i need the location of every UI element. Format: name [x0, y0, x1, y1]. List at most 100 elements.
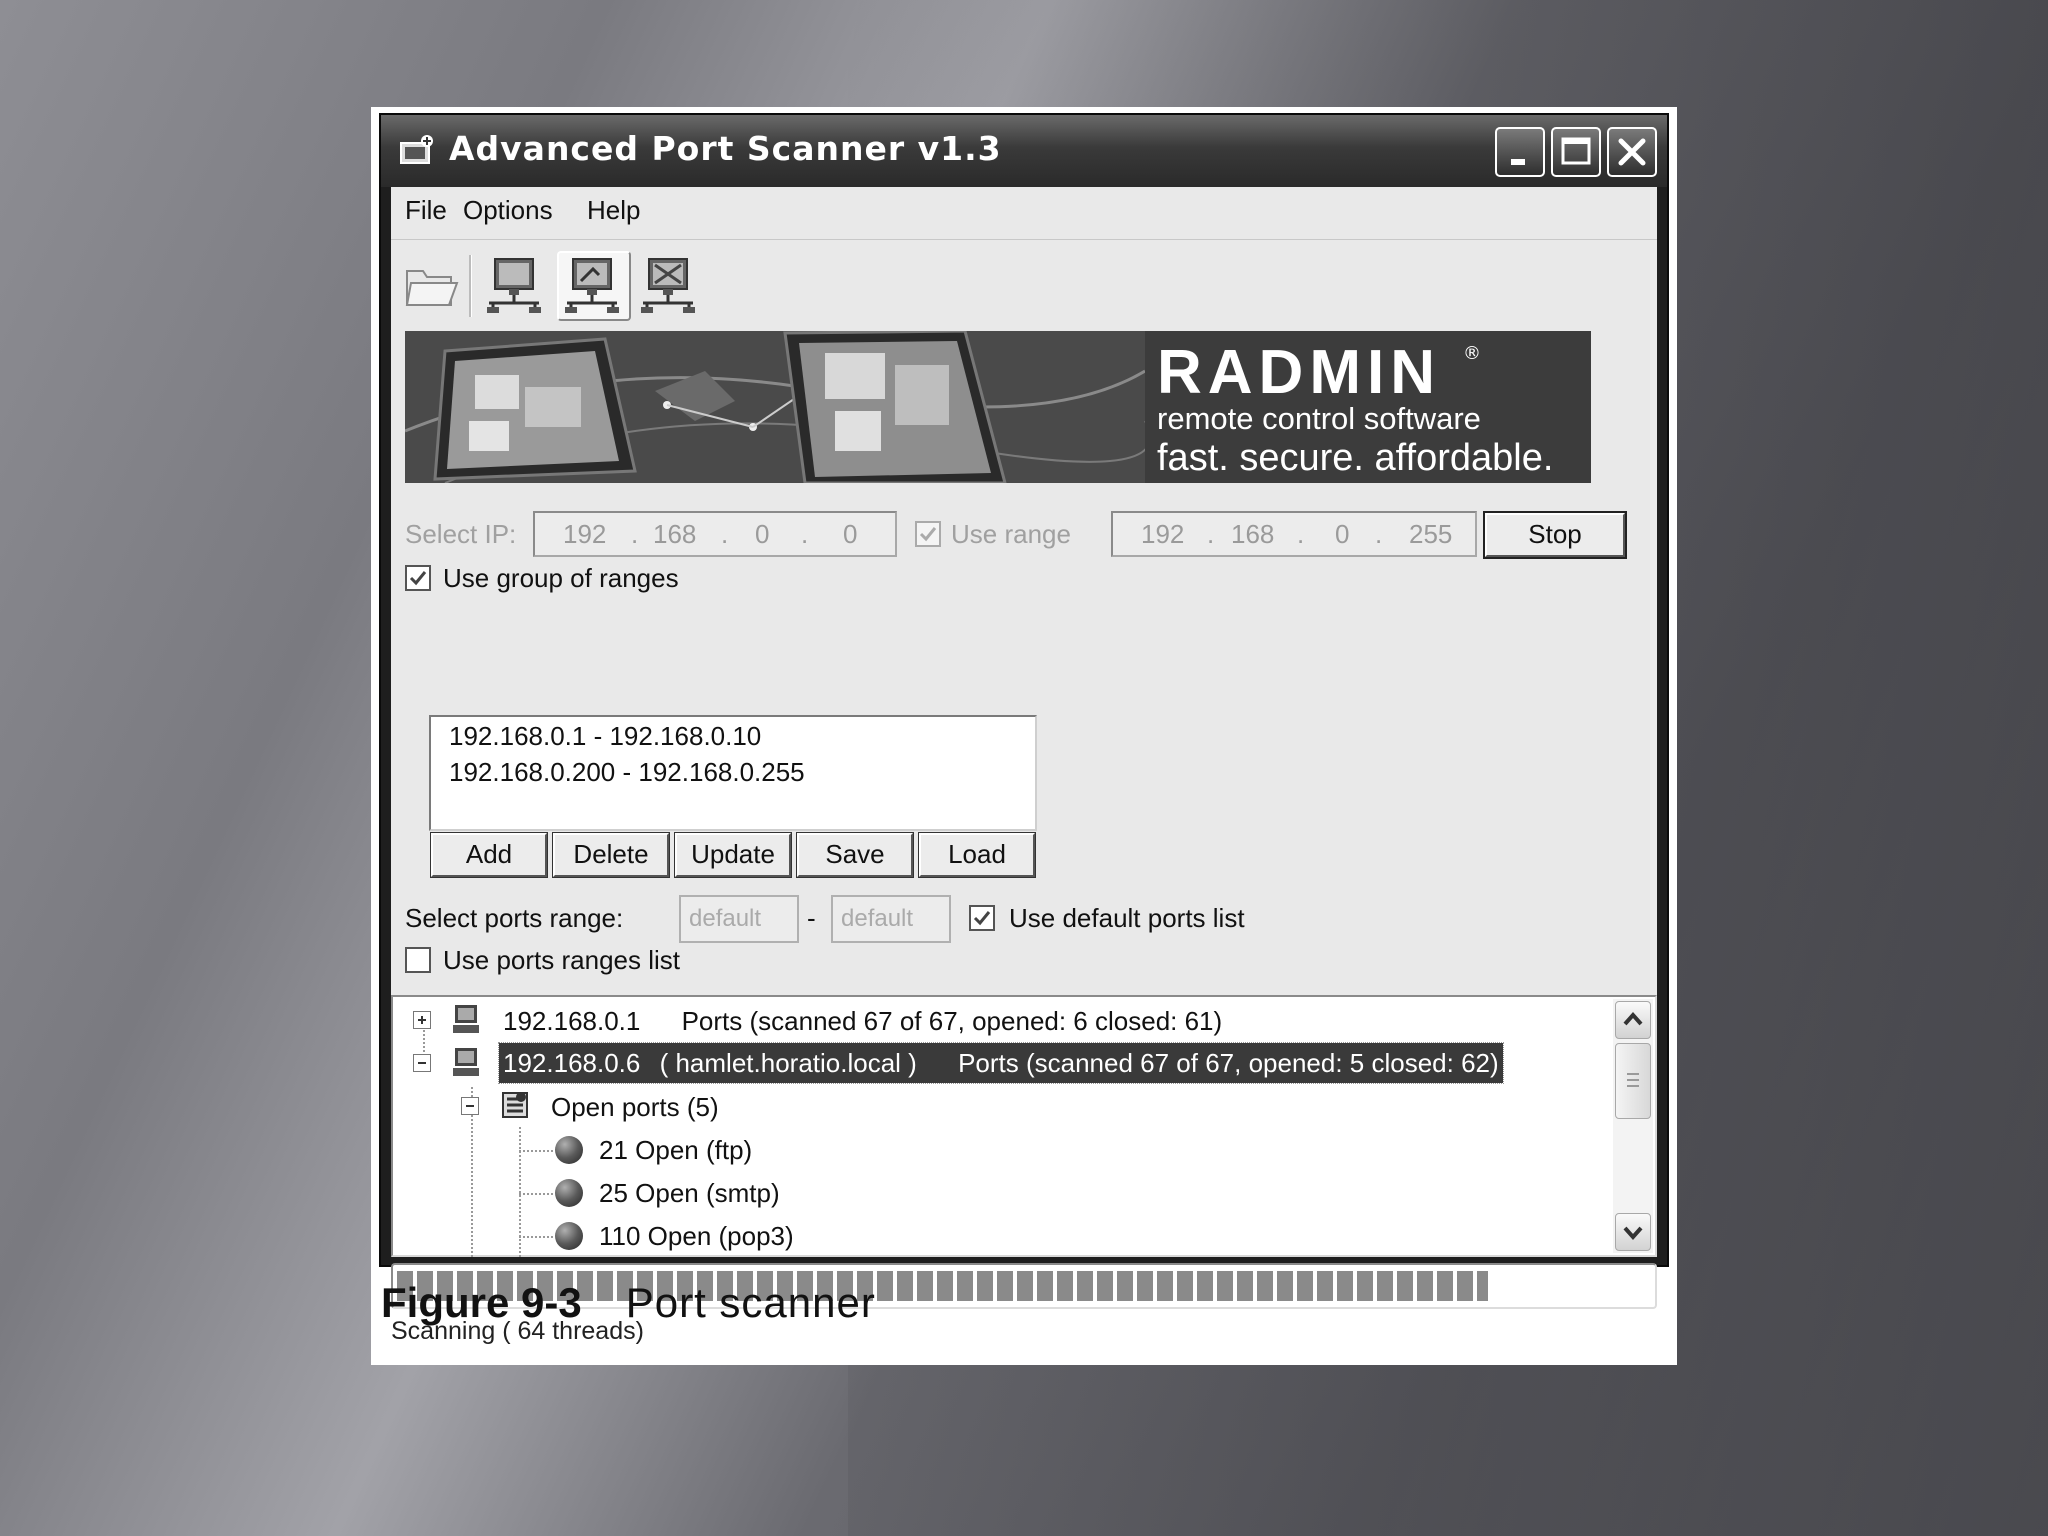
expand-toggle[interactable]: [413, 1011, 431, 1029]
open-port-icon: [555, 1179, 583, 1207]
scroll-down-button[interactable]: [1615, 1213, 1651, 1251]
banner-subtitle: remote control software: [1157, 401, 1481, 436]
select-ports-label: Select ports range:: [405, 903, 624, 933]
open-port-icon: [555, 1136, 583, 1164]
use-ports-ranges-label: Use ports ranges list: [443, 945, 680, 975]
use-ports-ranges-checkbox[interactable]: [405, 947, 431, 973]
checkmark-icon: [409, 571, 427, 586]
close-icon: [1618, 138, 1646, 166]
ip-to-octet-1: 192: [1141, 519, 1185, 549]
toolbar-open-button[interactable]: [397, 251, 471, 321]
ports-from-field[interactable]: default: [679, 895, 799, 943]
maximize-icon: [1561, 137, 1591, 165]
collapse-toggle[interactable]: [461, 1097, 479, 1115]
grip-icon: [1627, 1073, 1639, 1087]
range-item[interactable]: 192.168.0.1 - 192.168.0.10: [449, 721, 761, 752]
open-ports-group[interactable]: Open ports (5): [551, 1087, 719, 1127]
ports-to-field[interactable]: default: [831, 895, 951, 943]
ip-dot: .: [721, 519, 729, 549]
use-default-ports-checkbox[interactable]: [969, 905, 995, 931]
minimize-button[interactable]: [1495, 127, 1545, 177]
close-button[interactable]: [1607, 127, 1657, 177]
save-button[interactable]: Save: [796, 832, 914, 878]
ip-dot: .: [1207, 519, 1215, 549]
figure-caption: Figure 9-3 Port scanner: [381, 1279, 876, 1327]
host-name: ( hamlet.horatio.local ): [659, 1048, 917, 1078]
maximize-button[interactable]: [1551, 127, 1601, 177]
checkmark-icon: [973, 911, 991, 926]
toolbar: [391, 241, 1657, 331]
scan-ports-icon: [565, 258, 619, 313]
ip-to-octet-2: 168: [1231, 519, 1275, 549]
use-group-checkbox[interactable]: [405, 565, 431, 591]
banner-tagline: fast. secure. affordable.: [1157, 437, 1554, 479]
menu-file[interactable]: File: [405, 195, 447, 226]
add-button[interactable]: Add: [430, 832, 548, 878]
use-range-checkbox[interactable]: [915, 521, 941, 547]
delete-button[interactable]: Delete: [552, 832, 670, 878]
toolbar-scan-network-button[interactable]: [479, 251, 553, 321]
host-row[interactable]: 192.168.0.1 Ports (scanned 67 of 67, ope…: [503, 1001, 1222, 1041]
ports-group-icon: [502, 1092, 528, 1118]
results-tree[interactable]: 192.168.0.1 Ports (scanned 67 of 67, ope…: [391, 995, 1657, 1257]
ip-from-field[interactable]: 192 . 168 . 0 . 0: [533, 511, 897, 557]
scroll-thumb[interactable]: [1615, 1043, 1651, 1119]
load-button[interactable]: Load: [918, 832, 1036, 878]
toolbar-stop-scan-button[interactable]: [635, 251, 709, 321]
minus-icon: [466, 1105, 474, 1107]
menu-options[interactable]: Options: [463, 195, 553, 226]
toolbar-separator: [469, 255, 472, 317]
title-bar[interactable]: Advanced Port Scanner v1.3: [381, 115, 1667, 187]
figure-title: Port scanner: [625, 1279, 876, 1326]
app-window: Advanced Port Scanner v1.3 File Options …: [379, 113, 1669, 1345]
figure-number: Figure 9-3: [381, 1279, 582, 1326]
ip-dot: .: [1297, 519, 1305, 549]
collapse-toggle[interactable]: [413, 1054, 431, 1072]
banner-title: RADMIN: [1157, 338, 1441, 407]
use-range-label: Use range: [951, 519, 1071, 549]
ip-to-octet-4: 255: [1409, 519, 1453, 549]
open-folder-icon: [405, 270, 459, 306]
ip-dot: .: [801, 519, 809, 549]
toolbar-scan-ports-button[interactable]: [557, 251, 631, 321]
banner-registered-mark: ®: [1463, 343, 1481, 364]
open-port-item[interactable]: 21 Open (ftp): [599, 1130, 752, 1170]
results-scrollbar[interactable]: [1613, 999, 1653, 1253]
host-ip: 192.168.0.1: [503, 1006, 641, 1036]
range-item[interactable]: 192.168.0.200 - 192.168.0.255: [449, 757, 805, 788]
chevron-down-icon: [1623, 1226, 1643, 1241]
ip-from-octet-4: 0: [843, 519, 858, 549]
tree-line: [519, 1150, 553, 1152]
ip-dot: .: [1375, 519, 1383, 549]
open-port-item[interactable]: 110 Open (pop3): [599, 1216, 794, 1256]
ports-to-placeholder: default: [841, 905, 914, 932]
ip-from-octet-3: 0: [755, 519, 770, 549]
checkmark-icon: [919, 527, 937, 542]
computer-icon: [453, 1005, 479, 1033]
host-ip: 192.168.0.6: [503, 1048, 641, 1078]
host-row-selected[interactable]: 192.168.0.6 ( hamlet.horatio.local ) Por…: [498, 1042, 1504, 1084]
scroll-up-button[interactable]: [1615, 1001, 1651, 1039]
ip-from-octet-1: 192: [563, 519, 607, 549]
ranges-listbox[interactable]: 192.168.0.1 - 192.168.0.10 192.168.0.200…: [429, 715, 1037, 831]
ports-separator: -: [807, 903, 816, 933]
computer-icon: [453, 1048, 479, 1076]
chevron-up-icon: [1623, 1011, 1643, 1026]
radmin-banner[interactable]: RADMIN ® remote control software fast. s…: [405, 331, 1591, 483]
update-button[interactable]: Update: [674, 832, 792, 878]
window-title: Advanced Port Scanner v1.3: [449, 129, 1002, 168]
menu-bar: File Options Help: [391, 187, 1657, 240]
ports-from-placeholder: default: [689, 905, 762, 932]
ip-to-field[interactable]: 192 . 168 . 0 . 255: [1111, 511, 1477, 557]
tree-line: [519, 1236, 553, 1238]
menu-help[interactable]: Help: [587, 195, 640, 226]
ip-to-octet-3: 0: [1335, 519, 1350, 549]
stop-scan-icon: [641, 258, 695, 313]
figure-card: Advanced Port Scanner v1.3 File Options …: [371, 107, 1677, 1365]
host-ports-summary: Ports (scanned 67 of 67, opened: 6 close…: [681, 1006, 1223, 1036]
stop-button[interactable]: Stop: [1483, 511, 1627, 559]
open-port-item[interactable]: 25 Open (smtp): [599, 1173, 780, 1213]
select-ip-label: Select IP:: [405, 519, 517, 549]
scan-network-icon: [487, 258, 541, 313]
host-ports-summary: Ports (scanned 67 of 67, opened: 5 close…: [958, 1048, 1499, 1078]
